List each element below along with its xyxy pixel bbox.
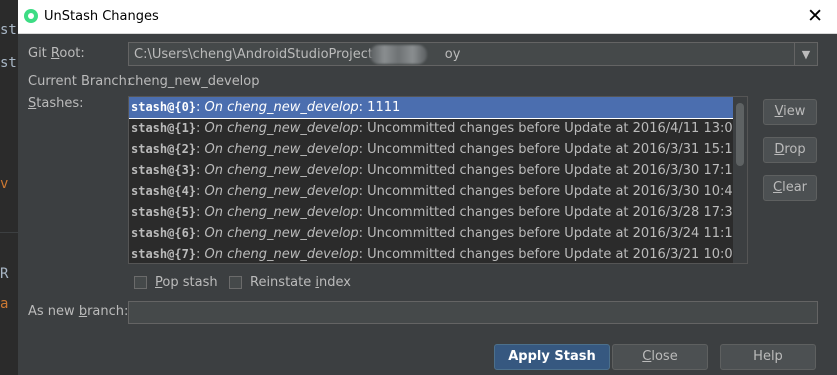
git-root-label: Git Root: [28,46,85,61]
stash-branch: On cheng_new_develop [204,247,359,262]
stash-message: : Uncommitted changes before Update at 2… [358,121,741,136]
stash-message: : Uncommitted changes before Update at 2… [358,184,741,199]
new-branch-label: As new branch: [28,304,129,319]
stash-list-scrollbar[interactable] [733,97,747,263]
stash-row[interactable]: stash@{5}: On cheng_new_develop: Uncommi… [129,202,747,223]
scrollbar-thumb[interactable] [736,103,744,166]
stash-id: stash@{7} [131,247,197,261]
stash-message: : Uncommitted changes before Update at 2… [358,205,741,220]
ide-code-fragment: R [0,266,9,282]
stash-row[interactable]: stash@{0}: On cheng_new_develop: 1111 [129,97,747,119]
ide-code-fragment: st [0,55,17,71]
stash-id: stash@{2} [131,142,197,156]
pop-stash-option[interactable]: Pop stash [134,275,218,290]
chevron-down-icon[interactable]: ▼ [794,43,817,65]
ide-divider [0,232,18,233]
reinstate-index-checkbox[interactable] [229,276,242,289]
stash-branch: On cheng_new_develop [204,121,359,136]
stash-row[interactable]: stash@{3}: On cheng_new_develop: Uncommi… [129,160,747,181]
stash-id: stash@{3} [131,163,197,177]
title-bar[interactable]: UnStash Changes ✕ [18,0,837,34]
unstash-dialog: UnStash Changes ✕ Git Root: C:\Users\che… [18,0,837,375]
stash-id: stash@{5} [131,205,197,219]
stash-id: stash@{6} [131,226,197,240]
stash-row[interactable]: stash@{6}: On cheng_new_develop: Uncommi… [129,223,747,244]
stash-message: : Uncommitted changes before Update at 2… [358,226,741,241]
stashes-label: Stashes: [28,96,84,111]
current-branch-label: Current Branch: [28,74,132,89]
close-icon[interactable]: ✕ [807,5,823,27]
stash-message: : Uncommitted changes before Update at 2… [358,142,741,157]
stash-list[interactable]: stash@{0}: On cheng_new_develop: 1111 sta… [128,96,748,264]
stash-row[interactable]: stash@{1}: On cheng_new_develop: Uncommi… [129,118,747,139]
apply-stash-button[interactable]: Apply Stash [494,344,610,370]
stash-message: : Uncommitted changes before Update at 2… [358,247,741,262]
pop-stash-label: Pop stash [155,275,218,290]
current-branch-value: cheng_new_develop [128,74,260,89]
clear-button[interactable]: Clear [763,175,817,201]
new-branch-input[interactable] [128,301,818,324]
help-button[interactable]: Help [720,344,816,370]
pop-stash-checkbox[interactable] [134,276,147,289]
ide-code-fragment: a [0,296,9,312]
stash-branch: On cheng_new_develop [204,142,359,157]
stash-row[interactable]: stash@{7}: On cheng_new_develop: Uncommi… [129,244,747,263]
ide-code-fragment: v [0,176,9,192]
stash-branch: On cheng_new_develop [204,163,359,178]
stash-id: stash@{0} [131,100,197,114]
reinstate-index-label: Reinstate index [250,275,351,290]
stash-branch: On cheng_new_develop [204,100,359,115]
stash-branch: On cheng_new_develop [204,205,359,220]
stash-message: : Uncommitted changes before Update at 2… [358,163,741,178]
view-button[interactable]: View [763,99,817,125]
stash-id: stash@{4} [131,184,197,198]
reinstate-index-option[interactable]: Reinstate index [229,275,351,290]
ide-background-strip: st st v R a [0,0,18,375]
dialog-title: UnStash Changes [44,9,159,24]
android-studio-icon [24,9,38,23]
redaction-blur [370,45,427,64]
drop-button[interactable]: Drop [763,137,817,163]
stash-row[interactable]: stash@{4}: On cheng_new_develop: Uncommi… [129,181,747,202]
close-button[interactable]: Close [612,344,708,370]
stash-id: stash@{1} [131,121,197,135]
stash-row[interactable]: stash@{2}: On cheng_new_develop: Uncommi… [129,139,747,160]
git-root-select[interactable]: C:\Users\cheng\AndroidStudioProjects\i oy… [128,42,818,66]
stash-branch: On cheng_new_develop [204,226,359,241]
stash-branch: On cheng_new_develop [204,184,359,199]
ide-code-fragment: st [0,22,17,38]
stash-message: : 1111 [358,100,401,115]
